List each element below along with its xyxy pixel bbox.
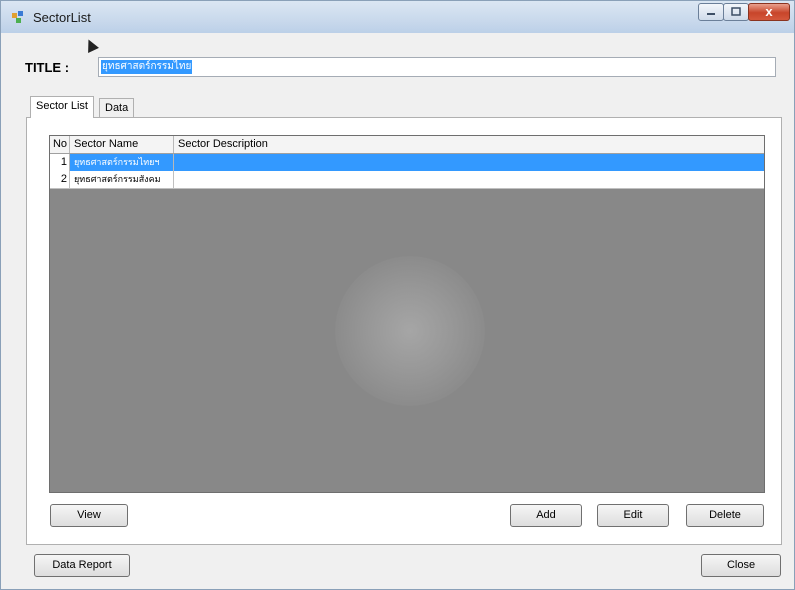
column-header-no[interactable]: No: [50, 136, 70, 153]
tab-sector-list[interactable]: Sector List: [30, 96, 94, 118]
row-sector-name: ยุทธศาสตร์กรรมสังคม: [70, 171, 174, 188]
close-icon[interactable]: x: [748, 3, 790, 21]
title-bar: SectorList x: [1, 1, 794, 33]
sector-grid[interactable]: No Sector Name Sector Description 1 ยุทธ…: [49, 135, 765, 493]
title-label: TITLE :: [25, 60, 70, 75]
cursor-icon: [83, 37, 99, 53]
table-row[interactable]: 1 ยุทธศาสตร์กรรมไทยฯ: [50, 154, 764, 171]
delete-button[interactable]: Delete: [686, 504, 764, 527]
app-icon: [12, 11, 23, 23]
row-sector-description: [174, 154, 764, 171]
maximize-icon[interactable]: [723, 3, 749, 21]
column-header-sector-name[interactable]: Sector Name: [70, 136, 174, 153]
grid-header: No Sector Name Sector Description: [50, 136, 764, 154]
add-button[interactable]: Add: [510, 504, 582, 527]
title-input-value: ยุทธศาสตร์กรรมไทย: [101, 60, 193, 74]
tab-data[interactable]: Data: [99, 98, 135, 118]
close-button[interactable]: Close: [701, 554, 781, 577]
row-sector-description: [174, 171, 764, 188]
sectorlist-window: SectorList x TITLE : ยุทธศาสตร์กรรมไทย S…: [0, 0, 795, 590]
table-row[interactable]: 2 ยุทธศาสตร์กรรมสังคม: [50, 171, 764, 189]
edit-button[interactable]: Edit: [597, 504, 669, 527]
data-report-button[interactable]: Data Report: [34, 554, 130, 577]
title-input[interactable]: ยุทธศาสตร์กรรมไทย: [98, 57, 776, 77]
sector-list-panel: No Sector Name Sector Description 1 ยุทธ…: [26, 117, 782, 545]
window-title: SectorList: [33, 10, 91, 25]
row-no: 2: [50, 171, 70, 188]
column-header-sector-description[interactable]: Sector Description: [174, 136, 764, 153]
row-no: 1: [50, 154, 70, 171]
view-button[interactable]: View: [50, 504, 128, 527]
watermark-emblem: [335, 256, 485, 406]
row-sector-name: ยุทธศาสตร์กรรมไทยฯ: [70, 154, 174, 171]
minimize-icon[interactable]: [698, 3, 724, 21]
